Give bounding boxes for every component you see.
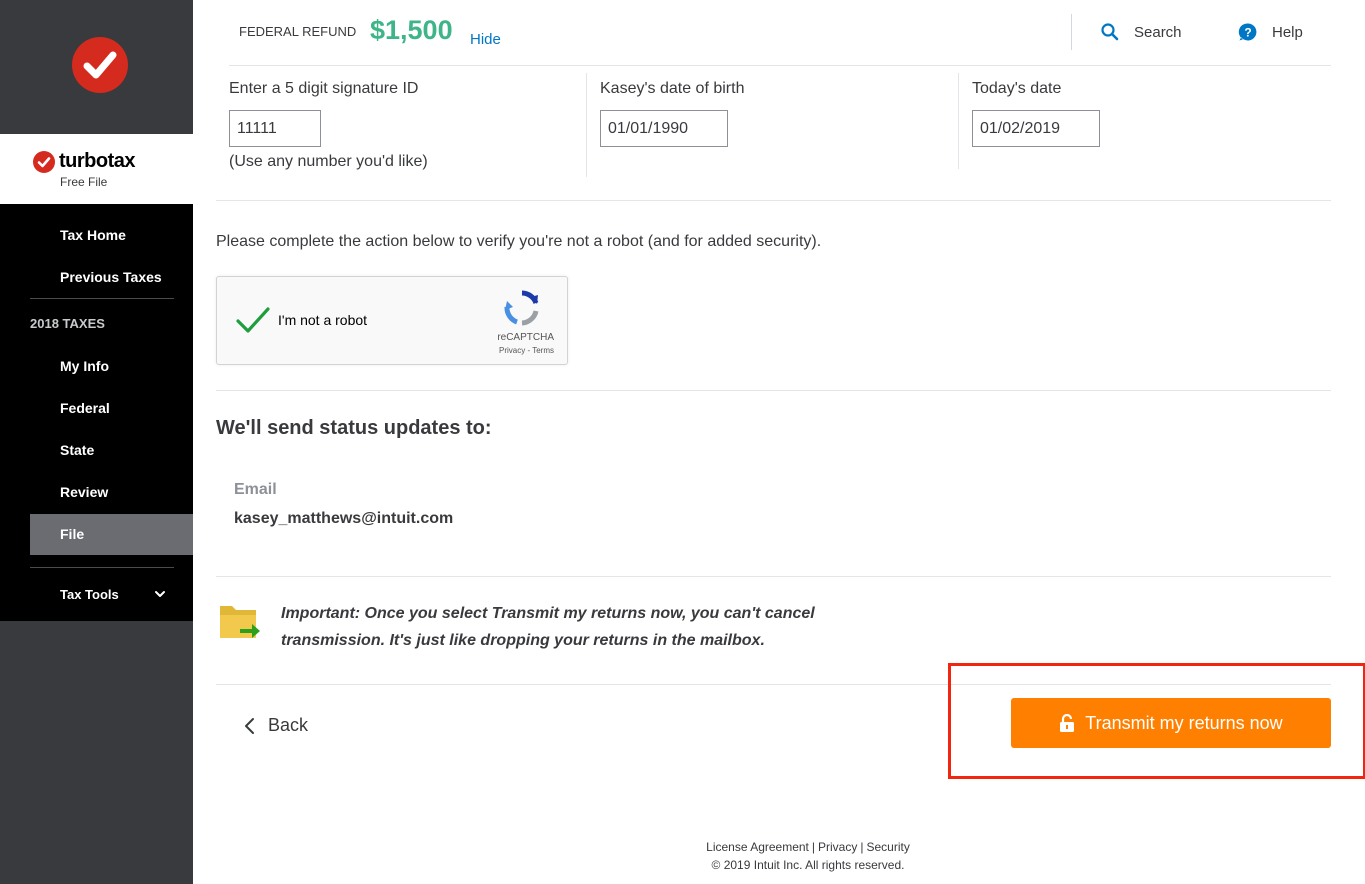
brand-subtitle: Free File (60, 175, 108, 189)
help-icon: ? (1238, 22, 1258, 42)
sidebar-item-previous-taxes[interactable]: Previous Taxes (60, 269, 162, 285)
search-label: Search (1134, 23, 1182, 41)
sidebar-item-file[interactable]: File (60, 526, 84, 542)
dob-label: Kasey's date of birth (600, 80, 745, 97)
status-updates-heading: We'll send status updates to: (216, 417, 492, 439)
footer-links: License Agreement | Privacy | Security (580, 840, 1036, 854)
sidebar-item-review[interactable]: Review (60, 484, 108, 500)
license-agreement-link[interactable]: License Agreement (706, 840, 809, 854)
field-divider (958, 73, 959, 169)
brand-block: turbotax Free File (0, 134, 193, 204)
recaptcha-logo-icon (503, 289, 541, 332)
folder-send-icon (218, 600, 264, 647)
footer-separator: | (860, 840, 864, 854)
sidebar-section-label: 2018 TAXES (30, 316, 105, 331)
sidebar-item-file-active[interactable] (30, 514, 193, 555)
search-button[interactable]: Search (1100, 22, 1182, 42)
signature-id-label: Enter a 5 digit signature ID (229, 80, 419, 97)
brand-row: turbotax (33, 150, 136, 173)
turbotax-logo-icon[interactable] (72, 37, 128, 93)
chevron-down-icon[interactable] (154, 587, 166, 605)
logo-area (0, 0, 193, 134)
section-rule (216, 390, 1331, 391)
svg-text:?: ? (1244, 26, 1251, 40)
hide-refund-link[interactable]: Hide (470, 31, 501, 48)
signature-id-note: (Use any number you'd like) (229, 153, 428, 170)
today-date-input[interactable] (972, 110, 1100, 147)
sidebar-nav: Tax Home Previous Taxes 2018 TAXES My In… (0, 204, 193, 621)
captcha-brand: reCAPTCHA (497, 332, 554, 343)
copyright-text: © 2019 Intuit Inc. All rights reserved. (711, 858, 905, 872)
section-rule (216, 200, 1331, 201)
dob-input[interactable] (600, 110, 728, 147)
captcha-label: I'm not a robot (278, 312, 368, 328)
back-button[interactable]: Back (244, 715, 308, 736)
refund-label: FEDERAL REFUND (239, 24, 357, 39)
footer-separator: | (811, 840, 816, 854)
brand-name: turbotax (59, 150, 136, 172)
email-label: Email (234, 481, 277, 498)
email-value: kasey_matthews@intuit.com (234, 510, 454, 527)
sidebar-item-state[interactable]: State (60, 442, 94, 458)
brand-check-icon (33, 150, 55, 173)
header-rule (229, 65, 1331, 66)
verify-instructions: Please complete the action below to veri… (216, 233, 822, 250)
captcha-links[interactable]: Privacy - Terms (476, 346, 554, 355)
lock-icon (1059, 714, 1075, 732)
search-icon (1100, 22, 1120, 42)
help-button[interactable]: ? Help (1238, 22, 1303, 42)
privacy-link[interactable]: Privacy (818, 840, 857, 854)
sidebar-item-federal[interactable]: Federal (60, 400, 110, 416)
sidebar: turbotax Free File Tax Home Previous Tax… (0, 0, 193, 884)
field-divider (586, 73, 587, 177)
security-link[interactable]: Security (866, 840, 909, 854)
header-divider (1071, 14, 1072, 50)
chevron-left-icon (244, 717, 256, 735)
help-label: Help (1272, 23, 1303, 41)
signature-id-input[interactable] (229, 110, 321, 147)
captcha-checkmark-icon[interactable] (235, 305, 271, 340)
back-label: Back (268, 715, 309, 735)
section-rule (216, 576, 1331, 577)
sidebar-item-tax-tools[interactable]: Tax Tools (60, 587, 119, 602)
sidebar-item-my-info[interactable]: My Info (60, 358, 109, 374)
nav-divider (30, 567, 174, 568)
recaptcha-widget[interactable]: I'm not a robot reCAPTCHA Privacy - Term… (216, 276, 568, 365)
today-date-label: Today's date (972, 80, 1062, 97)
nav-divider (30, 298, 174, 299)
refund-amount: $1,500 (370, 15, 453, 45)
transmit-label: Transmit my returns now (1085, 712, 1283, 733)
important-notice: Important: Once you select Transmit my r… (281, 605, 815, 649)
transmit-returns-button[interactable]: Transmit my returns now (1011, 698, 1331, 748)
sidebar-item-tax-home[interactable]: Tax Home (60, 227, 126, 243)
